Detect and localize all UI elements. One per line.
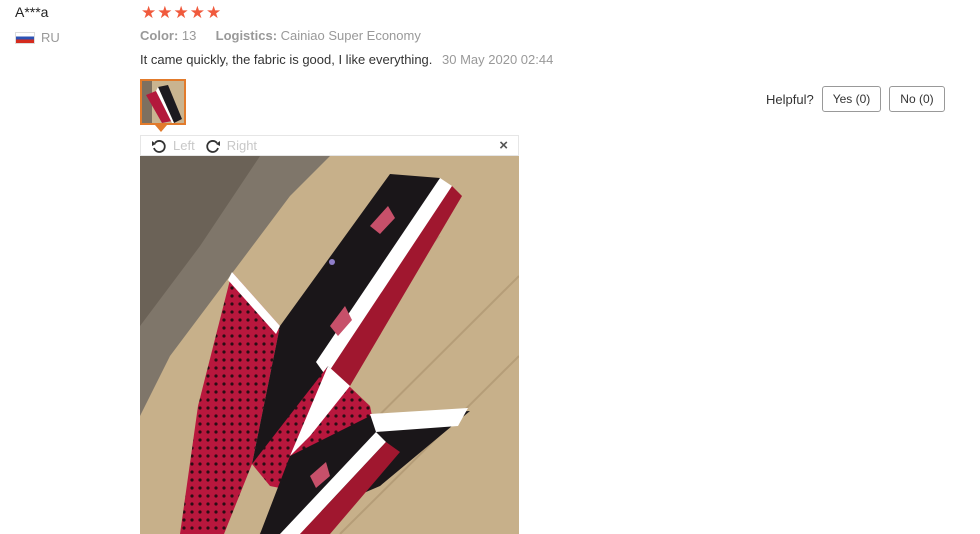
reviewer-name: A***a — [15, 4, 49, 20]
review-photo-thumbnail[interactable] — [140, 79, 186, 125]
review-meta: Color: 13 Logistics: Cainiao Super Econo… — [140, 28, 421, 43]
helpful-section: Helpful? Yes (0) No (0) — [766, 86, 945, 112]
logistics-value: Cainiao Super Economy — [280, 28, 421, 43]
thumbnail-selected-caret — [155, 125, 167, 132]
color-label: Color: — [140, 28, 179, 43]
helpful-no-button[interactable]: No (0) — [889, 86, 945, 112]
scarf-photo-image — [140, 156, 519, 534]
rotate-right-icon — [206, 139, 220, 153]
helpful-label: Helpful? — [766, 91, 814, 107]
rotate-left-button[interactable]: Left — [151, 138, 195, 154]
russia-flag-icon — [15, 31, 35, 44]
color-value: 13 — [181, 28, 197, 43]
rotate-right-label: Right — [226, 138, 258, 153]
rotate-right-button[interactable]: Right — [205, 138, 257, 154]
helpful-yes-button[interactable]: Yes (0) — [821, 86, 882, 112]
rotate-left-icon — [152, 139, 166, 153]
reviewer-country: RU — [15, 30, 60, 45]
logistics-label: Logistics: — [215, 28, 278, 43]
close-viewer-icon[interactable]: × — [499, 137, 508, 154]
rating-stars: ★★★★★ — [141, 3, 223, 22]
image-viewer-toolbar: Left Right × — [140, 135, 519, 156]
review-date: 30 May 2020 02:44 — [442, 52, 554, 67]
rotate-left-label: Left — [173, 138, 195, 153]
review-text: It came quickly, the fabric is good, I l… — [140, 52, 433, 67]
country-code: RU — [41, 30, 60, 45]
review-body: It came quickly, the fabric is good, I l… — [140, 52, 553, 67]
review-photo-large — [140, 156, 519, 534]
scarf-thumbnail-image — [142, 81, 184, 123]
